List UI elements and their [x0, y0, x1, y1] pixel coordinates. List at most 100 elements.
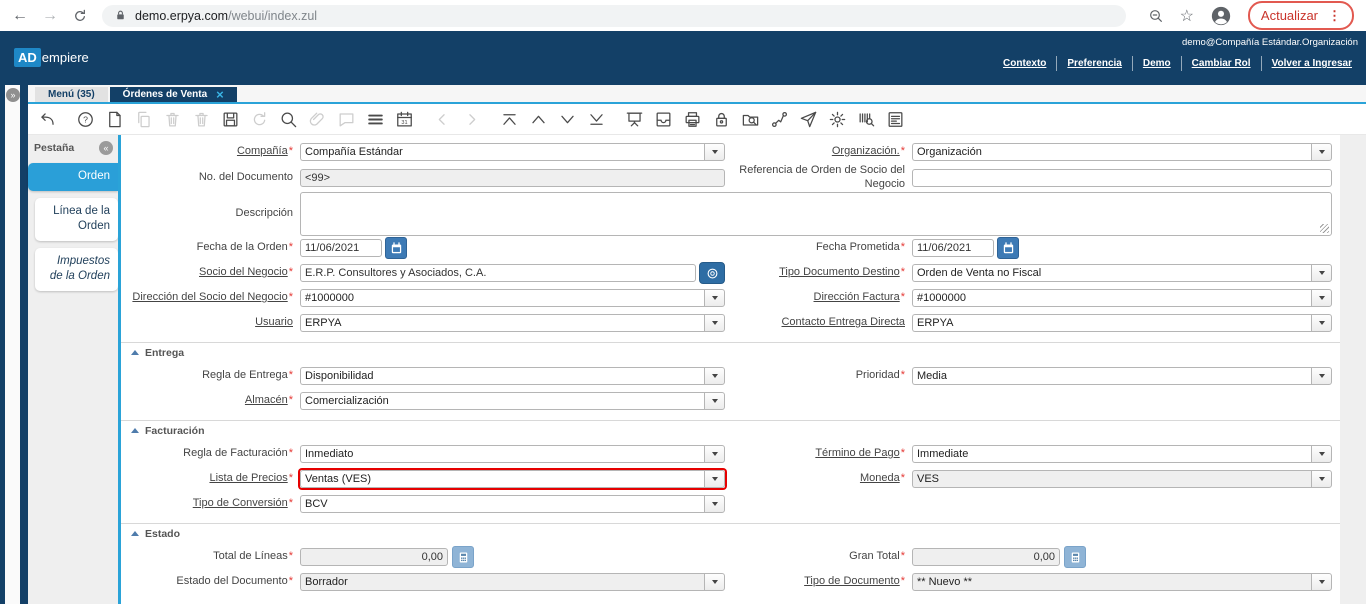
combo-dropdown-button[interactable]: [1311, 289, 1332, 307]
combo-direcci-n-factura[interactable]: #1000000: [912, 289, 1332, 307]
collapse-panel-button[interactable]: «: [99, 141, 113, 155]
calculator-button[interactable]: [452, 546, 474, 568]
report-view-icon[interactable]: [885, 109, 905, 129]
zoom-out-icon[interactable]: [1148, 8, 1164, 24]
combo-dropdown-button[interactable]: [704, 573, 725, 591]
combo-dropdown-button[interactable]: [704, 314, 725, 332]
date-input-fecha-prometida[interactable]: 11/06/2021: [912, 239, 994, 257]
private-record-lock-icon[interactable]: [711, 109, 731, 129]
next-record-icon[interactable]: [557, 109, 577, 129]
label-text[interactable]: Término de Pago: [815, 447, 899, 459]
combo-lista-de-precios[interactable]: Ventas (VES): [300, 470, 725, 488]
profile-avatar-icon[interactable]: [1210, 5, 1232, 27]
record-info-button[interactable]: [699, 262, 725, 284]
request-icon[interactable]: [798, 109, 818, 129]
combo-dropdown-button[interactable]: [1311, 445, 1332, 463]
section-header-entrega[interactable]: Entrega: [121, 345, 1340, 364]
save-icon[interactable]: [220, 109, 240, 129]
resize-handle-icon[interactable]: [1320, 223, 1329, 233]
sidebar-tab-l-nea-de-la-orden[interactable]: Línea de la Orden: [35, 197, 118, 241]
combo-regla-de-facturaci-n[interactable]: Inmediato: [300, 445, 725, 463]
combo-prioridad[interactable]: Media: [912, 367, 1332, 385]
find-icon[interactable]: [278, 109, 298, 129]
combo-compa-a[interactable]: Compañía Estándar: [300, 142, 725, 161]
preference-icon[interactable]: [827, 109, 847, 129]
combo-dropdown-button[interactable]: [1311, 470, 1332, 488]
new-record-icon[interactable]: [104, 109, 124, 129]
archive-icon[interactable]: [653, 109, 673, 129]
close-tab-icon[interactable]: ×: [216, 88, 224, 101]
search-input-socio-del-negocio[interactable]: E.R.P. Consultores y Asociados, C.A.: [300, 264, 696, 282]
combo-estado-del-documento[interactable]: Borrador: [300, 573, 725, 591]
date-input-fecha-de-la-orden[interactable]: 11/06/2021: [300, 239, 382, 257]
combo-dropdown-button[interactable]: [704, 289, 725, 307]
combo-tipo-documento-destino[interactable]: Orden de Venta no Fiscal: [912, 264, 1332, 282]
header-link-demo[interactable]: Demo: [1133, 58, 1181, 69]
combo-dropdown-button[interactable]: [1311, 314, 1332, 332]
combo-dropdown-button[interactable]: [704, 495, 725, 513]
textarea-descripci-n[interactable]: [300, 191, 1332, 236]
label-text[interactable]: Moneda: [860, 472, 900, 484]
combo-t-rmino-de-pago[interactable]: Immediate: [912, 445, 1332, 463]
combo-dropdown-button[interactable]: [1311, 264, 1332, 282]
window-tab-men-35[interactable]: Menú (35): [35, 87, 108, 102]
first-record-icon[interactable]: [499, 109, 519, 129]
last-record-icon[interactable]: [586, 109, 606, 129]
combo-dropdown-button[interactable]: [1311, 142, 1332, 161]
zoom-across-icon[interactable]: [740, 109, 760, 129]
combo-regla-de-entrega[interactable]: Disponibilidad: [300, 367, 725, 385]
label-text[interactable]: Compañía: [237, 145, 288, 157]
combo-usuario[interactable]: ERPYA: [300, 314, 725, 332]
label-text[interactable]: Tipo de Conversión: [193, 497, 288, 509]
browser-menu-icon[interactable]: ⋮: [1328, 8, 1341, 24]
browser-forward-icon[interactable]: →: [42, 7, 58, 24]
address-bar[interactable]: demo.erpya.com/webui/index.zul: [102, 4, 1126, 27]
combo-dropdown-button[interactable]: [1311, 367, 1332, 385]
label-text[interactable]: Organización.: [832, 145, 900, 157]
combo-dropdown-button[interactable]: [704, 367, 725, 385]
sidebar-tab-orden[interactable]: Orden: [28, 163, 118, 191]
combo-tipo-de-documento[interactable]: ** Nuevo **: [912, 573, 1332, 591]
combo-dropdown-button[interactable]: [704, 392, 725, 410]
label-text[interactable]: Almacén: [245, 394, 288, 406]
grid-toggle-icon[interactable]: [365, 109, 385, 129]
previous-record-icon[interactable]: [528, 109, 548, 129]
browser-reload-icon[interactable]: [72, 8, 88, 24]
label-text[interactable]: Dirección Factura: [814, 291, 900, 303]
header-link-cambiar-rol[interactable]: Cambiar Rol: [1182, 58, 1261, 69]
section-header-facturaci-n[interactable]: Facturación: [121, 423, 1340, 442]
label-text[interactable]: Socio del Negocio: [199, 266, 288, 278]
calculator-button[interactable]: [1064, 546, 1086, 568]
combo-direcci-n-del-socio-del-negocio[interactable]: #1000000: [300, 289, 725, 307]
combo-organizaci-n[interactable]: Organización: [912, 142, 1332, 161]
update-browser-button[interactable]: Actualizar ⋮: [1247, 1, 1354, 30]
label-text[interactable]: Tipo Documento Destino: [779, 266, 900, 278]
calendar-icon[interactable]: 31: [394, 109, 414, 129]
label-text[interactable]: Dirección del Socio del Negocio: [132, 291, 287, 303]
label-text[interactable]: Contacto Entrega Directa: [781, 316, 905, 328]
combo-contacto-entrega-directa[interactable]: ERPYA: [912, 314, 1332, 332]
label-text[interactable]: Lista de Precios: [209, 472, 287, 484]
product-info-icon[interactable]: [856, 109, 876, 129]
combo-almac-n[interactable]: Comercialización: [300, 392, 725, 410]
expand-panel-button[interactable]: »: [6, 88, 20, 102]
header-link-contexto[interactable]: Contexto: [993, 58, 1056, 69]
text-input-referencia-de-orden-de-socio-del-negocio[interactable]: [912, 168, 1332, 187]
header-link-volver-a-ingresar[interactable]: Volver a Ingresar: [1262, 58, 1362, 69]
print-icon[interactable]: [682, 109, 702, 129]
calendar-picker-button[interactable]: [385, 237, 407, 259]
label-text[interactable]: Tipo de Documento: [804, 575, 900, 587]
sidebar-tab-impuestos-de-la-orden[interactable]: Impuestos de la Orden: [35, 247, 118, 291]
label-text[interactable]: Usuario: [255, 316, 293, 328]
workflow-icon[interactable]: [769, 109, 789, 129]
calendar-picker-button[interactable]: [997, 237, 1019, 259]
help-icon[interactable]: ?: [75, 109, 95, 129]
undo-icon[interactable]: [37, 109, 57, 129]
combo-dropdown-button[interactable]: [704, 142, 725, 161]
combo-dropdown-button[interactable]: [704, 470, 725, 488]
bookmark-star-icon[interactable]: ☆: [1180, 6, 1194, 26]
combo-dropdown-button[interactable]: [1311, 573, 1332, 591]
combo-tipo-de-conversi-n[interactable]: BCV: [300, 495, 725, 513]
header-link-preferencia[interactable]: Preferencia: [1057, 58, 1131, 69]
browser-back-icon[interactable]: ←: [12, 7, 28, 24]
